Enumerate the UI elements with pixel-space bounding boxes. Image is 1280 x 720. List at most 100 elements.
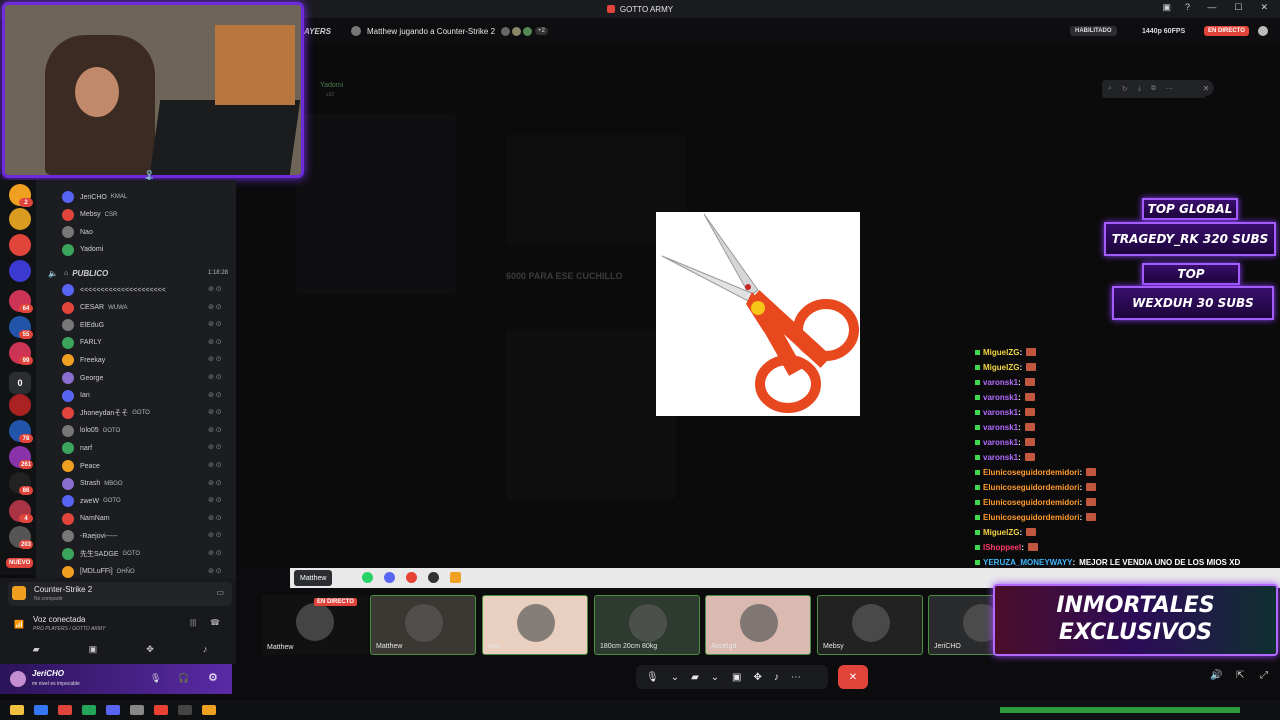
whatsapp-icon[interactable] bbox=[362, 572, 373, 583]
server-zero[interactable]: 0 bbox=[9, 372, 31, 394]
participant-tile[interactable]: Mebsy bbox=[817, 595, 923, 655]
zoom-icon[interactable]: ⌕ bbox=[1108, 85, 1112, 93]
close-viewer-button[interactable]: ✕ bbox=[1198, 80, 1214, 96]
activities-icon[interactable]: ✥ bbox=[146, 644, 154, 655]
camera-toggle-icon[interactable]: ▰ bbox=[691, 672, 699, 683]
discord-icon[interactable] bbox=[384, 572, 395, 583]
minimize-icon[interactable]: — bbox=[1207, 2, 1216, 13]
top-global-value: TRAGEDY_RK 320 SUBS bbox=[1104, 222, 1276, 256]
noise-icon[interactable]: ||| bbox=[190, 618, 196, 627]
screen-share-icon[interactable]: ▣ bbox=[89, 644, 98, 655]
server-badge: 64 bbox=[19, 304, 33, 313]
help-icon[interactable]: ? bbox=[1185, 2, 1190, 13]
stage-message: 6000 PARA ESE CUCHILLO bbox=[506, 271, 623, 281]
server-icon[interactable] bbox=[9, 260, 31, 282]
participant-tile[interactable]: Matthew EN DIRECTO bbox=[262, 595, 368, 655]
more-options-icon[interactable]: ⋯ bbox=[791, 672, 801, 683]
chrome-task-icon[interactable] bbox=[154, 705, 168, 715]
popout-icon[interactable]: ⇱ bbox=[1236, 670, 1244, 681]
camera-icon[interactable]: ▰ bbox=[33, 644, 40, 655]
camera-options-icon[interactable]: ⌄ bbox=[711, 672, 719, 683]
mute-deafen-icon: ⊘ ⊙ bbox=[208, 338, 222, 346]
mic-options-icon[interactable]: ⌄ bbox=[671, 672, 679, 683]
participant-avatar bbox=[852, 604, 890, 642]
steam-icon[interactable] bbox=[130, 705, 144, 715]
headphones-icon[interactable]: 🎧 bbox=[178, 673, 189, 684]
voice-user[interactable]: lolo05 GOTO bbox=[62, 424, 120, 438]
disconnect-icon[interactable]: ☎ bbox=[210, 618, 220, 627]
close-icon[interactable]: ✕ bbox=[1260, 2, 1268, 13]
voice-user[interactable]: George bbox=[62, 371, 107, 385]
voice-user[interactable]: FARLY bbox=[62, 336, 106, 350]
activity-icon[interactable]: ✥ bbox=[753, 672, 761, 683]
discord-task-icon[interactable] bbox=[106, 705, 120, 715]
voice-user[interactable]: CESAR WUWA bbox=[62, 301, 128, 315]
user-avatar[interactable] bbox=[10, 671, 26, 687]
chrome-icon[interactable] bbox=[406, 572, 417, 583]
voice-user[interactable]: JeriCHO KMAL bbox=[62, 190, 127, 204]
download-icon[interactable]: ⤓ bbox=[1138, 85, 1141, 93]
voice-user[interactable]: [MDLuFFi] OHÑO bbox=[62, 565, 135, 579]
user-avatar bbox=[62, 226, 74, 238]
members-icon[interactable] bbox=[1258, 26, 1268, 36]
voice-user[interactable]: ElEduG bbox=[62, 318, 108, 332]
voice-user[interactable]: Peace bbox=[62, 459, 104, 473]
settings-icon[interactable]: ⚙ bbox=[208, 671, 218, 684]
share-icon[interactable]: ▭ bbox=[216, 588, 224, 597]
user-avatar bbox=[62, 495, 74, 508]
participant-tile[interactable]: 180cm 20cm 80kg bbox=[594, 595, 700, 655]
participant-tile[interactable]: AcceIgd bbox=[705, 595, 811, 655]
voice-user[interactable]: NamNam bbox=[62, 512, 114, 526]
strip-active-tab[interactable]: Matthew bbox=[294, 570, 333, 586]
badge-icon bbox=[975, 439, 980, 445]
voice-user[interactable]: 先生SADGE GOTO bbox=[62, 547, 140, 561]
open-icon[interactable]: ⧉ bbox=[1151, 85, 1156, 93]
voice-user[interactable]: -Raejovi----- bbox=[62, 529, 121, 543]
excel-icon[interactable] bbox=[82, 705, 96, 715]
voice-user[interactable]: zweW GOTO bbox=[62, 494, 121, 508]
participant-tile[interactable]: Matthew bbox=[370, 595, 476, 655]
voice-user[interactable]: Jhoneydanそそ GOTO bbox=[62, 406, 150, 420]
rotate-icon[interactable]: ↻ bbox=[1122, 85, 1128, 93]
maximize-icon[interactable]: ☐ bbox=[1234, 2, 1242, 13]
voice-user[interactable]: Yadomi bbox=[62, 243, 107, 257]
server-icon[interactable] bbox=[9, 394, 31, 416]
voice-user[interactable]: Freekay bbox=[62, 353, 109, 367]
obs-icon[interactable] bbox=[428, 572, 439, 583]
public-channel[interactable]: 🔈 ⌂ PUBLICO 1:18:28 bbox=[48, 266, 236, 280]
inbox-icon[interactable]: ▣ bbox=[1162, 2, 1171, 13]
voice-user[interactable]: narf bbox=[62, 441, 96, 455]
volume-icon[interactable]: 🔊 bbox=[1210, 670, 1222, 681]
soundboard-icon[interactable]: ♪ bbox=[203, 644, 208, 654]
participant-tile[interactable]: Nao bbox=[482, 595, 588, 655]
cs2-task-icon[interactable] bbox=[202, 705, 216, 715]
obs-task-icon[interactable] bbox=[178, 705, 192, 715]
app-icon-red[interactable] bbox=[58, 705, 72, 715]
voice-user[interactable]: Ian bbox=[62, 389, 94, 403]
mic-icon[interactable]: 🎙 bbox=[150, 673, 161, 684]
fullscreen-icon[interactable]: ⤢ bbox=[1260, 670, 1268, 681]
scissors-image[interactable] bbox=[656, 212, 860, 416]
leave-call-button[interactable]: ✕ bbox=[838, 665, 868, 689]
server-icon[interactable] bbox=[9, 208, 31, 230]
user-avatar bbox=[62, 424, 74, 437]
voice-user[interactable]: Mebsy CSR bbox=[62, 208, 117, 222]
explorer-icon[interactable] bbox=[10, 705, 24, 715]
voice-user[interactable]: <<<<<<<<<<<<<<<<<<<<< bbox=[62, 283, 170, 297]
emote-icon bbox=[1026, 348, 1037, 356]
server-icon[interactable] bbox=[9, 234, 31, 256]
user-name: JeriCHO bbox=[32, 669, 65, 678]
live-badge: EN DIRECTO bbox=[1204, 26, 1249, 36]
sound-icon[interactable]: ♪ bbox=[774, 672, 779, 683]
mic-toggle-icon[interactable]: 🎙 bbox=[646, 672, 659, 683]
user-name: Mebsy bbox=[80, 211, 101, 218]
chat-separator: : bbox=[1079, 497, 1083, 507]
user-name: [MDLuFFi] bbox=[80, 568, 113, 576]
game-activity[interactable]: Counter-Strike 2 No compartir ▭ bbox=[8, 582, 232, 606]
voice-user[interactable]: Nao bbox=[62, 225, 97, 239]
edge-icon[interactable] bbox=[34, 705, 48, 715]
share-screen-icon[interactable]: ▣ bbox=[732, 672, 741, 683]
voice-user[interactable]: Strash MBGO bbox=[62, 477, 123, 491]
more-icon[interactable]: ⋯ bbox=[1166, 85, 1173, 93]
cs2-icon[interactable] bbox=[450, 572, 461, 583]
